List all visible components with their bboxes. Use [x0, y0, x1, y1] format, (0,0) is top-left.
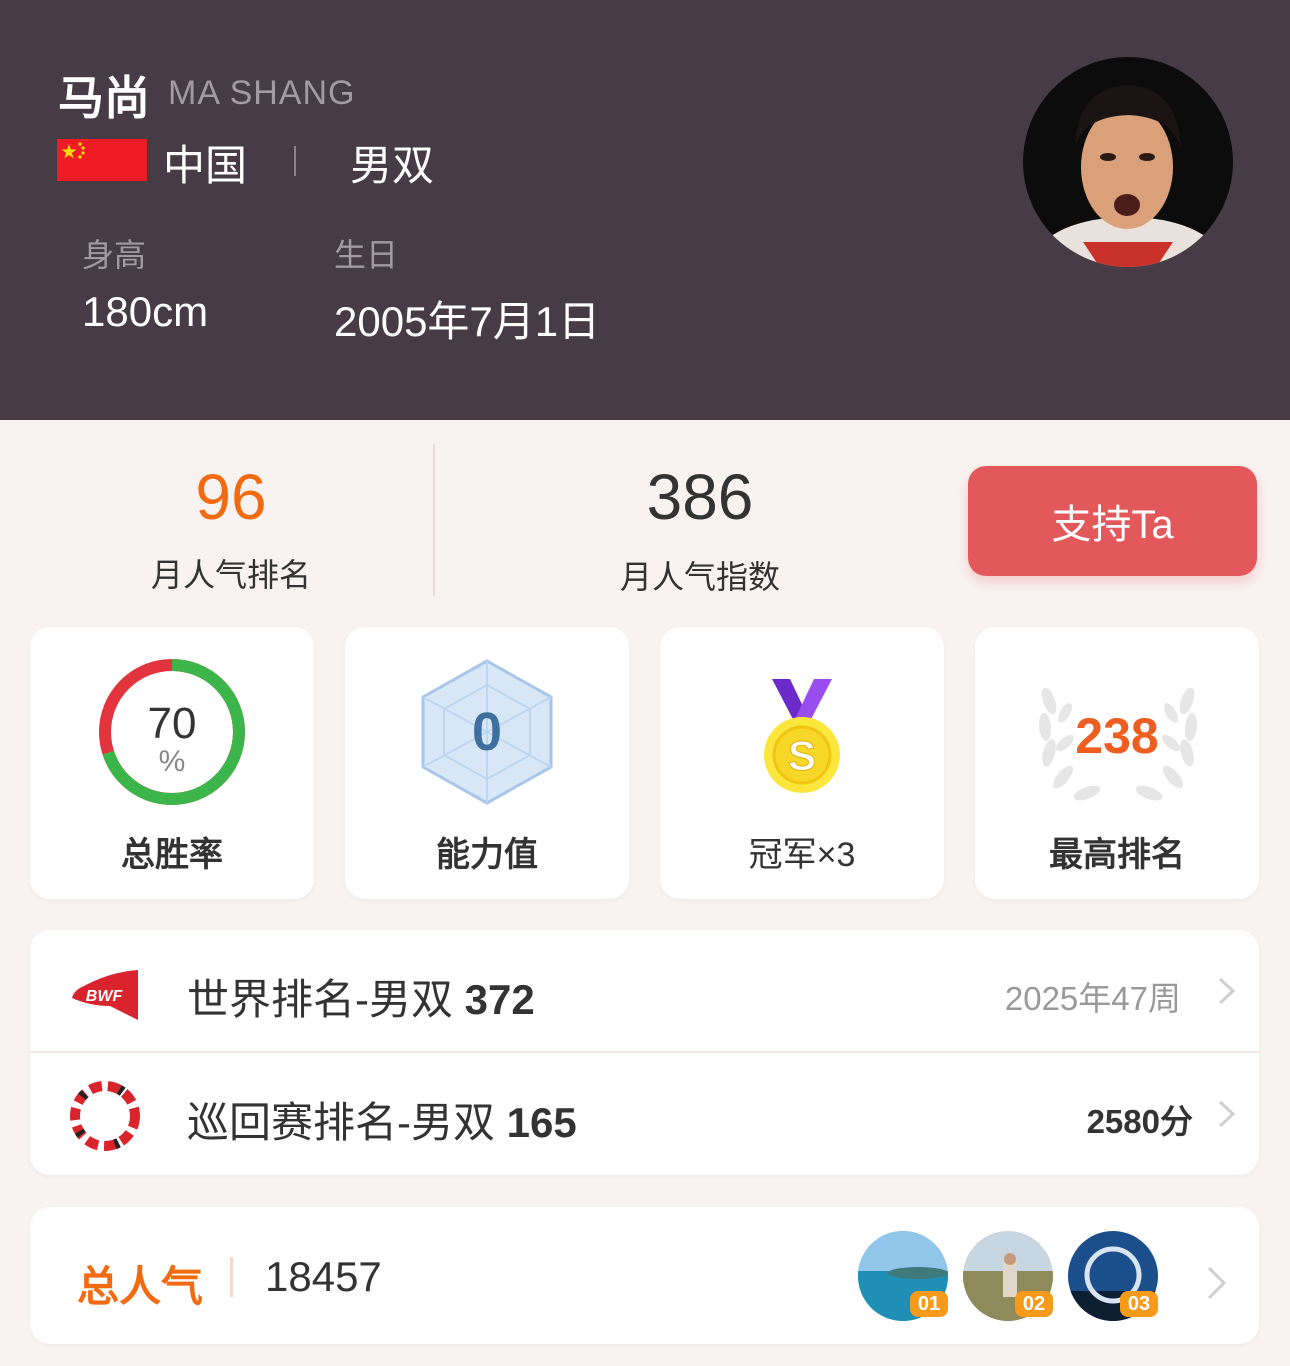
monthly-index-value: 386 [646, 461, 754, 533]
win-rate-unit: % [158, 745, 186, 778]
world-ranking-week: 2025年47周 [1004, 980, 1181, 1017]
birthday-value: 2005年7月1日 [334, 298, 601, 345]
tour-logo-icon [70, 1081, 140, 1151]
total-popularity-value: 18457 [265, 1253, 382, 1300]
height-label: 身高 [82, 237, 147, 273]
player-country: 中国 [163, 142, 248, 189]
tour-ranking-points: 2580分 [1086, 1103, 1193, 1140]
chevron-right-icon [1218, 977, 1236, 1005]
champion-card[interactable]: S 冠军×3 [660, 627, 944, 899]
monthly-index-label: 月人气指数 [619, 559, 780, 595]
rankings-card: BWF 世界排名-男双 372 2025年47周 巡回赛排名-男双 165 25… [30, 930, 1259, 1175]
world-ranking-value: 372 [464, 976, 535, 1023]
bwf-logo-icon: BWF [72, 970, 138, 1020]
ability-value: 0 [471, 702, 503, 762]
player-header: 马尚 MA SHANG 中国 男双 身高 180cm 生日 2005年7月1日 [0, 0, 1290, 420]
player-name-cn: 马尚 [58, 72, 150, 124]
stats-divider [433, 444, 435, 596]
tour-ranking-row[interactable]: 巡回赛排名-男双 165 2580分 [30, 1053, 1259, 1175]
best-rank-card[interactable]: 238 最高排名 [975, 627, 1259, 899]
medal-letter: S [788, 732, 816, 779]
player-avatar[interactable] [1023, 57, 1233, 267]
best-rank-label: 最高排名 [1049, 836, 1185, 874]
chevron-right-icon [1218, 1100, 1236, 1128]
fan-rank-badge-2: 02 [1015, 1291, 1053, 1317]
world-ranking-title-line: 世界排名-男双 372 [187, 966, 535, 1027]
monthly-rank-value: 96 [195, 461, 267, 533]
total-popularity-card[interactable]: 总人气 18457 01 02 03 [30, 1207, 1259, 1344]
medal-icon: S [764, 679, 840, 793]
support-button[interactable]: 支持Ta [968, 466, 1257, 576]
monthly-rank-label: 月人气排名 [150, 557, 311, 593]
world-ranking-title: 世界排名-男双 [187, 976, 453, 1023]
popularity-separator [230, 1257, 233, 1297]
ability-card[interactable]: 0 能力值 [345, 627, 629, 899]
fan-rank-badge-3: 03 [1120, 1291, 1158, 1317]
birthday-label: 生日 [334, 237, 399, 273]
total-popularity-label: 总人气 [77, 1263, 204, 1310]
win-rate-card[interactable]: 70 % 总胜率 [30, 627, 314, 899]
tour-ranking-title: 巡回赛排名-男双 [187, 1099, 495, 1146]
tour-ranking-value: 165 [506, 1099, 577, 1146]
china-flag-icon [57, 139, 147, 181]
chevron-right-icon [1207, 1266, 1227, 1300]
header-separator [294, 146, 296, 176]
ability-label: 能力值 [436, 836, 538, 874]
bwf-logo-text: BWF [86, 988, 124, 1005]
player-name-en: MA SHANG [168, 74, 356, 112]
win-rate-label: 总胜率 [121, 836, 223, 874]
best-rank-value: 238 [1075, 708, 1159, 764]
fan-rank-badge-1: 01 [910, 1291, 948, 1317]
player-event: 男双 [350, 142, 435, 189]
champion-label: 冠军×3 [748, 836, 856, 874]
win-rate-value: 70 [147, 699, 197, 748]
world-ranking-row[interactable]: BWF 世界排名-男双 372 2025年47周 [30, 930, 1259, 1053]
tour-ranking-title-line: 巡回赛排名-男双 165 [187, 1089, 577, 1150]
height-value: 180cm [82, 288, 209, 335]
